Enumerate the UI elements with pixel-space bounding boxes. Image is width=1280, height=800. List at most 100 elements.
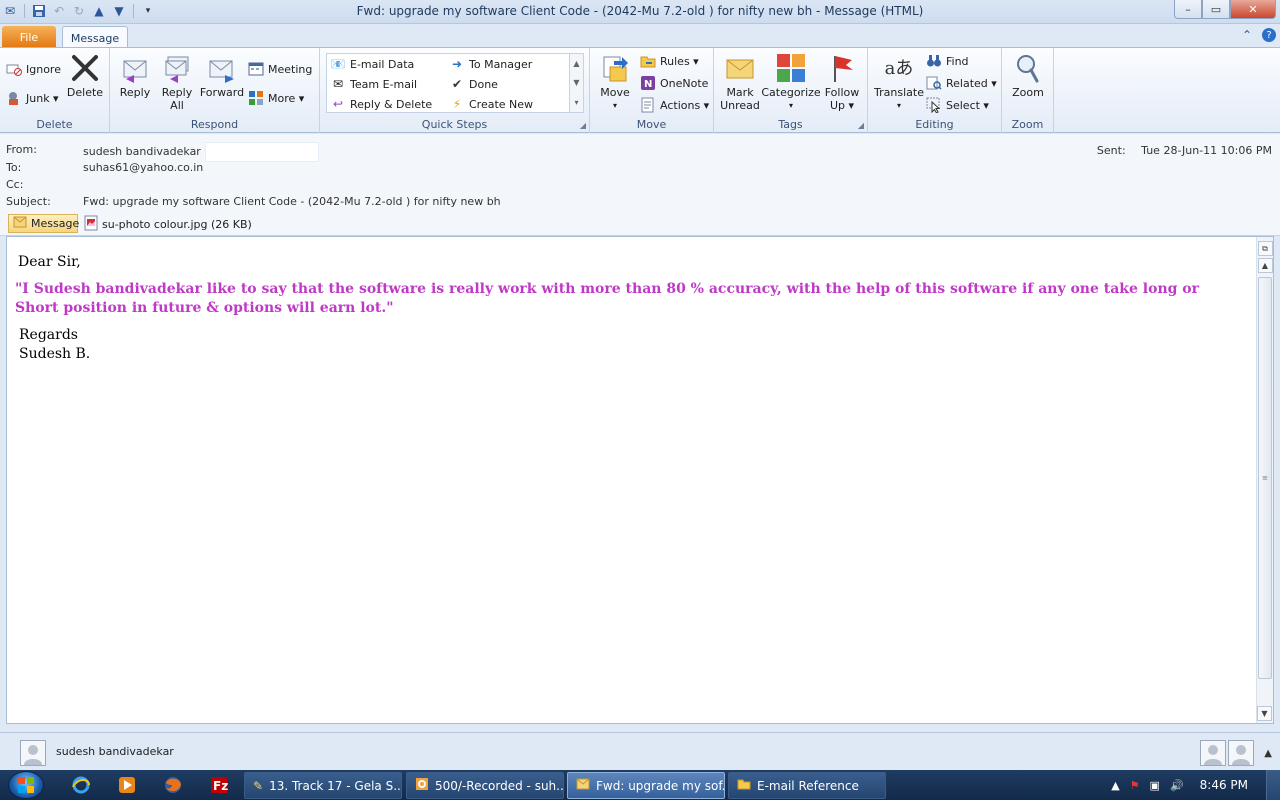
taskbar-task-3[interactable]: Fwd: upgrade my sof... (567, 772, 725, 799)
group-label-zoom: Zoom (1011, 118, 1044, 131)
mark-unread-envelope-icon (724, 52, 756, 84)
sent-info: Sent: Tue 28-Jun-11 10:06 PM (1097, 144, 1272, 157)
follow-up-button[interactable]: Follow Up ▾ (822, 52, 862, 112)
ignore-button[interactable]: Ignore (6, 60, 61, 78)
show-hidden-icons-icon[interactable]: ▲ (1111, 779, 1119, 792)
contact-avatar-1[interactable] (1200, 740, 1227, 766)
delete-x-icon (69, 52, 101, 84)
related-button[interactable]: Related ▾ (926, 74, 997, 92)
onenote-button[interactable]: N OneNote (640, 74, 708, 92)
select-button[interactable]: Select ▾ (926, 96, 989, 114)
mail-message-icon (576, 778, 590, 793)
quickstep-team-email[interactable]: ✉ Team E-mail (330, 75, 417, 93)
window-controls: – ▭ ✕ (1174, 0, 1276, 19)
group-label-move: Move (636, 118, 667, 131)
minimize-button[interactable]: – (1174, 0, 1202, 19)
start-button[interactable] (8, 771, 44, 799)
taskbar-task-4[interactable]: E-mail Reference (728, 772, 886, 799)
zoom-button[interactable]: Zoom (1010, 52, 1046, 99)
internet-explorer-icon[interactable] (68, 773, 94, 797)
rules-button[interactable]: Rules ▾ (640, 52, 699, 70)
contact-avatar-2[interactable] (1228, 740, 1255, 766)
ribbon-controls: ⌃ ? (1242, 28, 1276, 42)
scroll-down-arrow-icon[interactable]: ▼ (1257, 706, 1272, 721)
scroll-rule-icon[interactable]: ⧉ (1257, 241, 1273, 256)
attachment-file[interactable]: su-photo colour.jpg (26 KB) (84, 215, 252, 234)
quickstep-to-manager[interactable]: ➜ To Manager (449, 55, 532, 73)
volume-icon[interactable]: 🔊 (1170, 779, 1184, 792)
message-header: From: sudesh bandivadekar To: suhas61@ya… (0, 134, 1280, 212)
firefox-icon[interactable] (160, 773, 186, 797)
message-envelope-icon (13, 216, 27, 231)
move-button[interactable]: Move ▾ (596, 52, 634, 112)
filezilla-icon[interactable]: Fz (206, 773, 232, 797)
to-manager-icon: ➜ (451, 57, 463, 71)
minimize-ribbon-icon[interactable]: ⌃ (1242, 28, 1252, 42)
quick-steps-scroll[interactable]: ▲ ▼ ▾ (569, 54, 583, 112)
cc-row: Cc: (6, 177, 706, 193)
delete-group: Ignore Junk ▾ Delete Delete (0, 48, 110, 133)
translate-button[interactable]: aあ Translate ▾ (872, 52, 926, 112)
quickstep-reply-delete[interactable]: ↩ Reply & Delete (330, 95, 432, 113)
media-player-icon[interactable] (114, 773, 140, 797)
close-button[interactable]: ✕ (1230, 0, 1276, 19)
title-bar: ✉ ↶ ↻ ▲ ▼ ▾ Fwd: upgrade my software Cli… (0, 0, 1280, 24)
quick-steps-gallery: 📧 E-mail Data ✉ Team E-mail ↩ Reply & De… (326, 53, 584, 113)
sent-value: Tue 28-Jun-11 10:06 PM (1141, 144, 1272, 157)
group-label-quick-steps: Quick Steps (421, 118, 488, 131)
junk-button[interactable]: Junk ▾ (6, 89, 59, 107)
more-respond-button[interactable]: More ▾ (248, 89, 304, 107)
actions-button[interactable]: Actions ▾ (640, 96, 709, 114)
team-email-icon: ✉ (332, 77, 344, 91)
tab-message[interactable]: Message (62, 26, 128, 49)
document-pen-icon: ✎ (253, 778, 264, 793)
related-icon (926, 75, 942, 91)
tab-file[interactable]: File (2, 26, 56, 48)
reply-button[interactable]: Reply (118, 52, 152, 99)
scroll-thumb[interactable]: ≡ (1258, 277, 1272, 679)
select-cursor-icon (926, 97, 942, 113)
quickstep-email-data[interactable]: 📧 E-mail Data (330, 55, 415, 73)
taskbar-task-2[interactable]: 500/-Recorded - suh... (406, 772, 564, 799)
zoom-magnifier-icon (1012, 52, 1044, 84)
mark-unread-button[interactable]: Mark Unread (720, 52, 760, 112)
expand-people-pane-icon[interactable]: ▲ (1264, 748, 1272, 759)
translate-icon: aあ (884, 57, 914, 79)
tray-app-icon[interactable]: ▣ (1150, 779, 1160, 792)
subject-label: Subject: (6, 195, 51, 208)
to-value[interactable]: suhas61@yahoo.co.in (83, 160, 203, 176)
clock[interactable]: 8:46 PM (1200, 778, 1248, 792)
quickstep-create-new[interactable]: ⚡ Create New (449, 95, 533, 113)
group-label-editing: Editing (915, 118, 954, 131)
expand-gallery-icon[interactable]: ▾ (574, 98, 578, 107)
message-attachment-tab[interactable]: Message (8, 214, 79, 233)
people-pane-name[interactable]: sudesh bandivadekar (56, 745, 174, 758)
meeting-button[interactable]: Meeting (248, 60, 312, 78)
sender-avatar[interactable] (20, 740, 46, 766)
quick-steps-group: 📧 E-mail Data ✉ Team E-mail ↩ Reply & De… (320, 48, 590, 133)
reply-icon (119, 52, 151, 84)
cc-label: Cc: (6, 178, 24, 191)
body-scrollbar[interactable]: ⧉ ▲ ≡ ▼ (1256, 237, 1273, 723)
scroll-down-icon[interactable]: ▼ (573, 78, 579, 87)
from-value[interactable]: sudesh bandivadekar (83, 142, 319, 162)
from-label: From: (6, 143, 37, 156)
reply-all-button[interactable]: Reply All (158, 52, 196, 112)
show-desktop-button[interactable] (1266, 770, 1280, 800)
forward-button[interactable]: Forward (200, 52, 244, 99)
ribbon-tabs: File Message ⌃ ? (0, 24, 1280, 49)
scroll-up-icon[interactable]: ▲ (573, 59, 579, 68)
network-flag-icon[interactable]: ⚑ (1130, 779, 1140, 792)
attachments-bar: Message su-photo colour.jpg (26 KB) (0, 212, 1280, 236)
quoted-testimonial: "I Sudesh bandivadekar like to say that … (15, 281, 1199, 316)
categorize-button[interactable]: Categorize ▾ (761, 52, 821, 112)
message-body-pane[interactable]: Dear Sir, "I Sudesh bandivadekar like to… (6, 236, 1274, 724)
maximize-button[interactable]: ▭ (1202, 0, 1230, 19)
scroll-up-arrow-icon[interactable]: ▲ (1257, 258, 1273, 273)
find-button[interactable]: Find (926, 52, 969, 70)
onenote-icon: N (640, 75, 656, 91)
taskbar-task-1[interactable]: ✎ 13. Track 17 - Gela S... (244, 772, 402, 799)
help-icon[interactable]: ? (1262, 28, 1276, 42)
delete-button[interactable]: Delete (66, 52, 104, 99)
quickstep-done[interactable]: ✔ Done (449, 75, 498, 93)
